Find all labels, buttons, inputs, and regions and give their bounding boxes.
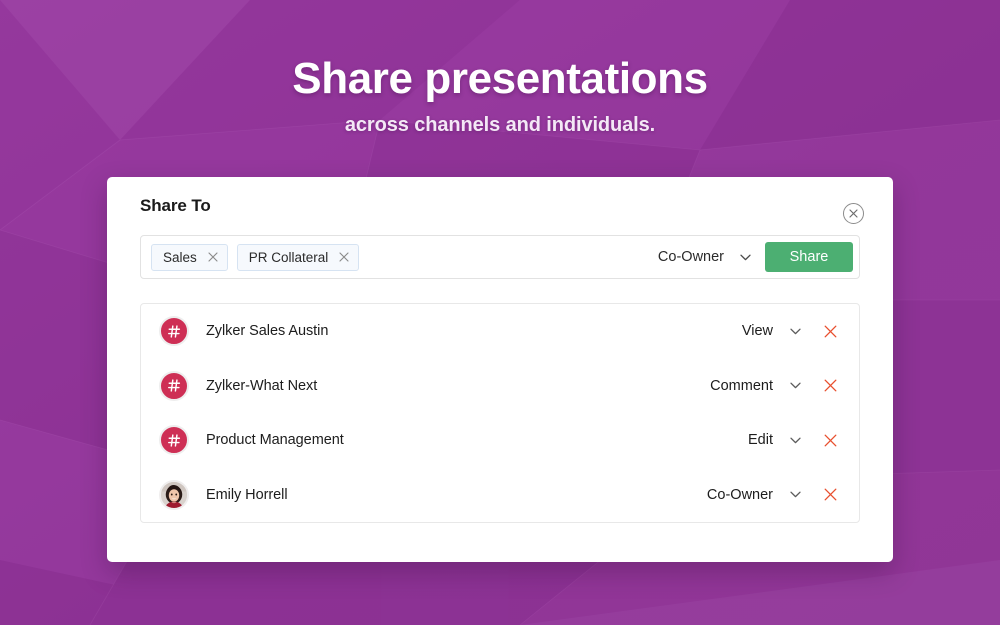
chevron-down-icon[interactable] xyxy=(773,491,817,498)
token-label: Sales xyxy=(163,249,197,265)
dialog-header: Share To xyxy=(107,177,893,235)
permission-value: Co-Owner xyxy=(657,249,724,265)
remove-icon[interactable] xyxy=(817,488,843,501)
recipient-token[interactable]: PR Collateral xyxy=(236,243,360,271)
list-item-label: Zylker-What Next xyxy=(206,377,318,394)
list-item-label: Emily Horrell xyxy=(206,486,288,503)
chevron-down-icon[interactable] xyxy=(773,328,817,335)
list-item[interactable]: Zylker-What Next Comment xyxy=(141,359,859,414)
list-item[interactable]: Product Management Edit xyxy=(141,413,859,468)
share-dialog: Share To Sales PR Collateral Co-Owner Sh… xyxy=(107,177,893,562)
permission-dropdown[interactable]: Co-Owner xyxy=(658,249,765,265)
close-icon xyxy=(849,209,858,218)
hash-icon xyxy=(159,316,189,347)
share-recipient-input[interactable]: Sales PR Collateral Co-Owner Share xyxy=(140,235,860,279)
remove-icon[interactable] xyxy=(817,379,843,392)
list-item-label: Product Management xyxy=(206,432,344,449)
list-item[interactable]: Emily Horrell Co-Owner xyxy=(141,468,859,523)
avatar xyxy=(159,479,189,510)
row-permission-value[interactable]: Co-Owner xyxy=(707,487,773,503)
hash-icon xyxy=(159,425,189,456)
list-item[interactable]: Zylker Sales Austin View xyxy=(141,304,859,359)
remove-icon[interactable] xyxy=(817,434,843,447)
page-title: Share presentations xyxy=(292,54,708,103)
list-item-label: Zylker Sales Austin xyxy=(206,323,329,340)
chevron-down-icon xyxy=(740,254,751,260)
page-subtitle: across channels and individuals. xyxy=(344,114,656,136)
row-permission-value[interactable]: Comment xyxy=(710,378,773,394)
token-list: Sales PR Collateral xyxy=(151,243,658,271)
row-permission-value[interactable]: Edit xyxy=(748,432,773,448)
remove-icon[interactable] xyxy=(817,325,843,338)
chevron-down-icon[interactable] xyxy=(773,382,817,389)
chevron-down-icon[interactable] xyxy=(773,437,817,444)
close-icon[interactable] xyxy=(208,252,218,262)
recipient-token[interactable]: Sales xyxy=(151,243,228,271)
dialog-title: Share To xyxy=(140,196,211,215)
share-button[interactable]: Share xyxy=(765,242,853,272)
token-label: PR Collateral xyxy=(248,249,329,265)
hero-section: Share presentations across channels and … xyxy=(0,0,1000,137)
close-icon[interactable] xyxy=(339,252,349,262)
close-circle-icon[interactable] xyxy=(843,203,864,224)
row-permission-value[interactable]: View xyxy=(742,323,773,339)
shared-with-list: Zylker Sales Austin View Zylker-What Nex… xyxy=(140,303,860,523)
hash-icon xyxy=(159,370,189,401)
